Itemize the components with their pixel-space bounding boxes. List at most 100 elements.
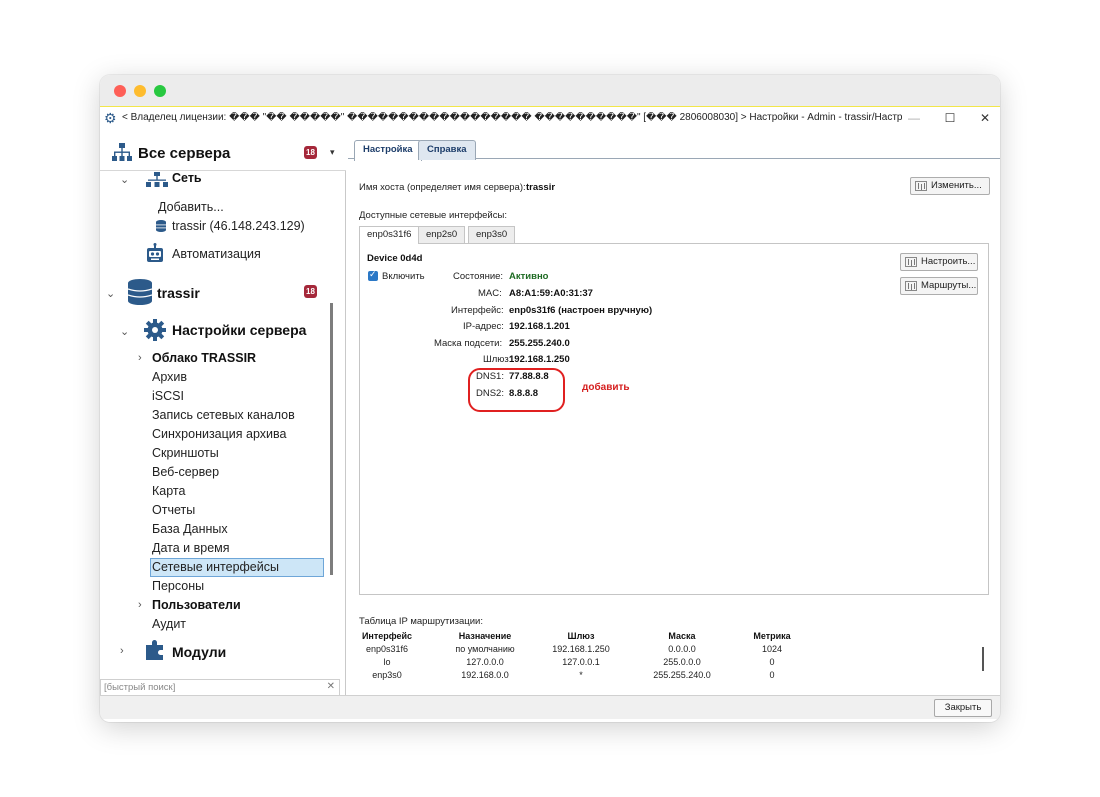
tree-item-add[interactable]: Добавить... bbox=[158, 200, 224, 214]
hostname-label: Имя хоста (определяет имя сервера): bbox=[359, 182, 526, 193]
server-database-icon bbox=[128, 279, 152, 305]
routes-header-row: Интерфейс Назначение Шлюз Маска Метрика bbox=[359, 631, 979, 644]
mask-value: 255.255.240.0 bbox=[509, 338, 570, 349]
mask-label: Маска подсети: bbox=[434, 338, 503, 349]
table-row[interactable]: enp0s31f6 по умолчанию 192.168.1.250 0.0… bbox=[359, 644, 979, 657]
configure-button-label: Настроить... bbox=[921, 256, 976, 267]
gear-icon bbox=[144, 319, 166, 341]
settings-sliders-icon bbox=[905, 281, 917, 291]
iface-label: Интерфейс: bbox=[451, 305, 504, 316]
tree-item-datetime[interactable]: Дата и время bbox=[152, 541, 230, 555]
table-cell: 0.0.0.0 bbox=[668, 644, 696, 654]
tree-item-trassir-ip[interactable]: trassir (46.148.243.129) bbox=[172, 219, 305, 233]
tab-enp0s31f6[interactable]: enp0s31f6 bbox=[359, 226, 420, 244]
tab-enp2s0[interactable]: enp2s0 bbox=[418, 226, 466, 243]
tree-item-users[interactable]: Пользователи bbox=[152, 598, 241, 612]
table-cell: lo bbox=[383, 657, 391, 667]
tree-item-automation[interactable]: Автоматизация bbox=[172, 247, 261, 261]
table-cell: 255.0.0.0 bbox=[663, 657, 701, 667]
configure-button[interactable]: Настроить... bbox=[900, 253, 978, 271]
table-cell: 0 bbox=[769, 670, 775, 680]
window-title: < Владелец лицензии: ��� "�� �����" ����… bbox=[122, 112, 902, 123]
quick-search-input[interactable]: [быстрый поиск] ✕ bbox=[100, 679, 340, 696]
chevron-down-icon[interactable]: ⌄ bbox=[120, 173, 129, 186]
add-annotation: добавить bbox=[582, 382, 630, 393]
table-cell: 0 bbox=[769, 657, 775, 667]
zoom-traffic-light[interactable] bbox=[154, 85, 166, 97]
hostname-value: trassir bbox=[526, 182, 556, 193]
app-window: ⚙ < Владелец лицензии: ��� "�� �����" ��… bbox=[100, 75, 1000, 722]
table-cell: enp3s0 bbox=[372, 670, 402, 680]
col-metric: Метрика bbox=[753, 631, 791, 641]
chevron-down-icon[interactable]: ▾ bbox=[330, 147, 335, 158]
tree-scrollbar[interactable] bbox=[330, 303, 333, 575]
table-cell: 255.255.240.0 bbox=[653, 670, 711, 680]
minimize-button[interactable]: — bbox=[902, 109, 926, 127]
tree-item-network[interactable]: Сеть bbox=[172, 171, 202, 185]
change-hostname-button[interactable]: Изменить... bbox=[910, 177, 990, 195]
routes-button[interactable]: Маршруты... bbox=[900, 277, 978, 295]
mac-label: MAC: bbox=[478, 288, 502, 299]
ip-label: IP-адрес: bbox=[463, 321, 504, 332]
close-button[interactable]: Закрыть bbox=[934, 699, 992, 717]
tree-item-trassir[interactable]: trassir bbox=[157, 285, 200, 301]
tree-item-reports[interactable]: Отчеты bbox=[152, 503, 195, 517]
tree-item-cloud[interactable]: Облако TRASSIR bbox=[152, 351, 256, 365]
notification-badge: 18 bbox=[304, 285, 317, 298]
table-cell: enp0s31f6 bbox=[365, 644, 409, 654]
tree-item-modules[interactable]: Модули bbox=[172, 644, 226, 660]
col-gateway: Шлюз bbox=[567, 631, 595, 641]
chevron-down-icon[interactable]: ⌄ bbox=[120, 325, 129, 338]
dns-highlight-outline bbox=[468, 368, 565, 412]
tree-item-network-interfaces[interactable]: Сетевые интерфейсы bbox=[152, 560, 279, 574]
tree-item-archive[interactable]: Архив bbox=[152, 370, 187, 384]
col-mask: Маска bbox=[668, 631, 696, 641]
table-cell: 127.0.0.1 bbox=[562, 657, 600, 667]
tree-header[interactable]: Все сервера 18 ▾ bbox=[100, 133, 346, 171]
col-interface: Интерфейс bbox=[361, 631, 413, 641]
settings-sliders-icon bbox=[905, 257, 917, 267]
tree-item-archive-sync[interactable]: Синхронизация архива bbox=[152, 427, 286, 441]
minimize-traffic-light[interactable] bbox=[134, 85, 146, 97]
window-titlebar: ⚙ < Владелец лицензии: ��� "�� �����" ��… bbox=[100, 108, 1000, 128]
enable-checkbox[interactable] bbox=[368, 269, 378, 281]
chevron-down-icon[interactable]: ⌄ bbox=[106, 287, 115, 300]
clear-search-icon[interactable]: ✕ bbox=[327, 681, 335, 692]
tree-item-web-server[interactable]: Веб-сервер bbox=[152, 465, 219, 479]
tab-help[interactable]: Справка bbox=[418, 140, 476, 160]
interfaces-label: Доступные сетевые интерфейсы: bbox=[359, 210, 507, 221]
tab-enp3s0[interactable]: enp3s0 bbox=[468, 226, 516, 243]
interface-panel: Device 0d4d Включить Состояние: Активно … bbox=[359, 243, 989, 595]
gear-icon: ⚙ bbox=[104, 110, 117, 126]
tree-header-title: Все сервера bbox=[138, 145, 231, 162]
chevron-right-icon[interactable]: › bbox=[120, 645, 124, 657]
tree-item-database[interactable]: База Данных bbox=[152, 522, 228, 536]
tree-item-persons[interactable]: Персоны bbox=[152, 579, 204, 593]
change-button-label: Изменить... bbox=[931, 180, 982, 191]
tree-item-iscsi[interactable]: iSCSI bbox=[152, 389, 184, 403]
state-label: Состояние: bbox=[453, 271, 504, 282]
tab-settings[interactable]: Настройка bbox=[354, 140, 422, 161]
routes-scrollbar[interactable] bbox=[982, 647, 984, 671]
server-tree-panel: Все сервера 18 ▾ ⌄ Сеть Добавить... tras… bbox=[100, 133, 346, 698]
maximize-button[interactable]: ☐ bbox=[938, 109, 962, 127]
tree-item-screenshots[interactable]: Скриншоты bbox=[152, 446, 219, 460]
table-row[interactable]: enp3s0 192.168.0.0 * 255.255.240.0 0 bbox=[359, 670, 979, 683]
col-destination: Назначение bbox=[458, 631, 512, 641]
table-cell: 192.168.1.250 bbox=[552, 644, 610, 654]
chevron-right-icon[interactable]: › bbox=[138, 352, 142, 364]
tree-item-server-settings[interactable]: Настройки сервера bbox=[172, 322, 306, 338]
close-window-button[interactable]: ✕ bbox=[973, 109, 997, 127]
settings-pane: Настройка Справка Имя хоста (определяет … bbox=[348, 133, 1000, 698]
robot-icon bbox=[147, 243, 163, 262]
tree-item-map[interactable]: Карта bbox=[152, 484, 185, 498]
tree-item-network-channels[interactable]: Запись сетевых каналов bbox=[152, 408, 295, 422]
network-servers-icon bbox=[112, 143, 132, 161]
ip-value: 192.168.1.201 bbox=[509, 321, 570, 332]
chevron-right-icon[interactable]: › bbox=[138, 599, 142, 611]
close-traffic-light[interactable] bbox=[114, 85, 126, 97]
table-cell: * bbox=[579, 670, 583, 680]
table-row[interactable]: lo 127.0.0.0 127.0.0.1 255.0.0.0 0 bbox=[359, 657, 979, 670]
table-cell: 1024 bbox=[761, 644, 783, 654]
tree-item-audit[interactable]: Аудит bbox=[152, 617, 186, 631]
